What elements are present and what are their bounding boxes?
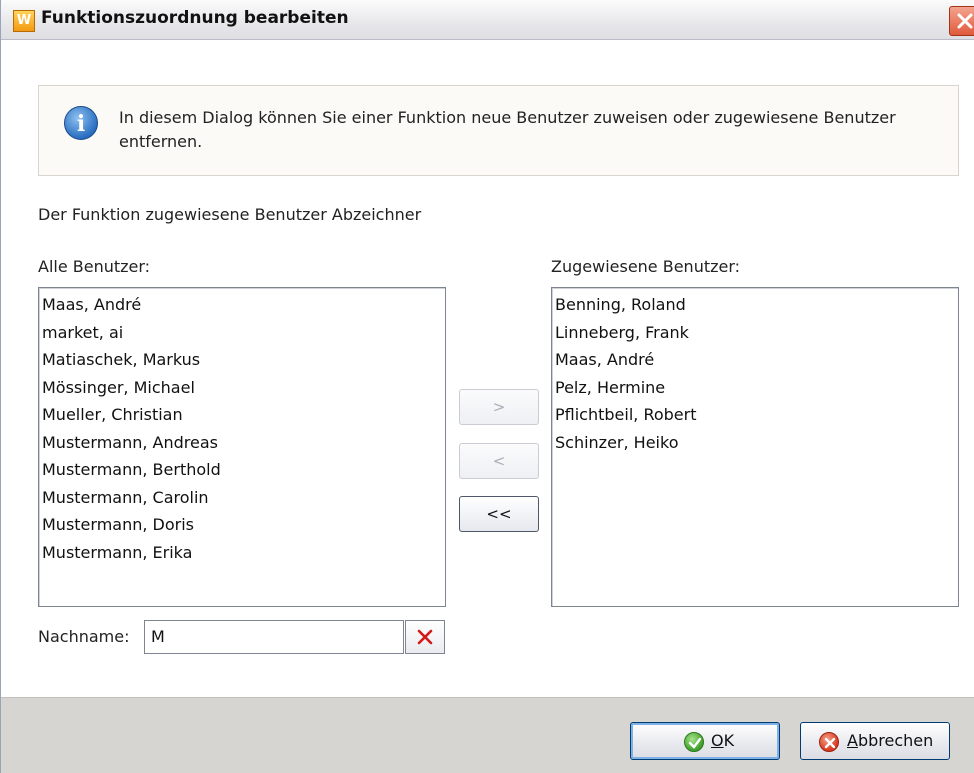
dialog-window: W Funktionszuordnung bearbeiten i In die… bbox=[0, 0, 974, 773]
list-item[interactable]: Mueller, Christian bbox=[39, 401, 445, 429]
list-item[interactable]: Benning, Roland bbox=[552, 291, 958, 319]
check-icon bbox=[684, 732, 704, 752]
list-item[interactable]: Mössinger, Michael bbox=[39, 374, 445, 402]
ok-label: OK bbox=[711, 731, 735, 750]
list-item[interactable]: Maas, André bbox=[552, 346, 958, 374]
list-item[interactable]: Mustermann, Andreas bbox=[39, 429, 445, 457]
list-item[interactable]: Maas, André bbox=[39, 291, 445, 319]
add-user-button[interactable]: > bbox=[459, 389, 539, 425]
cancel-label: Abbrechen bbox=[847, 731, 934, 750]
list-item[interactable]: market, ai bbox=[39, 319, 445, 347]
list-item[interactable]: Pflichtbeil, Robert bbox=[552, 401, 958, 429]
list-item[interactable]: Mustermann, Doris bbox=[39, 511, 445, 539]
clear-icon bbox=[417, 629, 433, 645]
remove-user-button[interactable]: < bbox=[459, 443, 539, 479]
clear-filter-button[interactable] bbox=[405, 620, 445, 654]
remove-all-users-button[interactable]: << bbox=[459, 496, 539, 532]
list-item[interactable]: Linneberg, Frank bbox=[552, 319, 958, 347]
info-icon: i bbox=[64, 106, 98, 140]
list-item[interactable]: Mustermann, Carolin bbox=[39, 484, 445, 512]
close-button[interactable] bbox=[949, 6, 974, 36]
app-icon: W bbox=[13, 10, 35, 32]
all-users-list[interactable]: Maas, André market, ai Matiaschek, Marku… bbox=[38, 287, 446, 607]
info-text: In diesem Dialog können Sie einer Funkti… bbox=[119, 108, 896, 151]
lastname-filter-input[interactable]: M bbox=[144, 620, 404, 654]
function-subtitle: Der Funktion zugewiesene Benutzer Abzeic… bbox=[38, 205, 422, 224]
cancel-button[interactable]: Abbrechen bbox=[800, 722, 950, 760]
list-item[interactable]: Mustermann, Erika bbox=[39, 539, 445, 567]
info-panel: i In diesem Dialog können Sie einer Funk… bbox=[38, 85, 959, 176]
close-icon bbox=[957, 13, 973, 29]
list-item[interactable]: Pelz, Hermine bbox=[552, 374, 958, 402]
assigned-users-label: Zugewiesene Benutzer: bbox=[551, 257, 741, 276]
title-bar[interactable]: W Funktionszuordnung bearbeiten bbox=[1, 0, 974, 40]
all-users-label: Alle Benutzer: bbox=[38, 257, 151, 276]
assigned-users-list[interactable]: Benning, Roland Linneberg, Frank Maas, A… bbox=[551, 287, 959, 607]
cancel-icon bbox=[819, 732, 839, 752]
list-item[interactable]: Matiaschek, Markus bbox=[39, 346, 445, 374]
list-item[interactable]: Schinzer, Heiko bbox=[552, 429, 958, 457]
ok-button[interactable]: OK bbox=[630, 722, 780, 760]
window-title: Funktionszuordnung bearbeiten bbox=[41, 8, 349, 28]
lastname-filter-label: Nachname: bbox=[38, 627, 130, 646]
list-item[interactable]: Mustermann, Berthold bbox=[39, 456, 445, 484]
